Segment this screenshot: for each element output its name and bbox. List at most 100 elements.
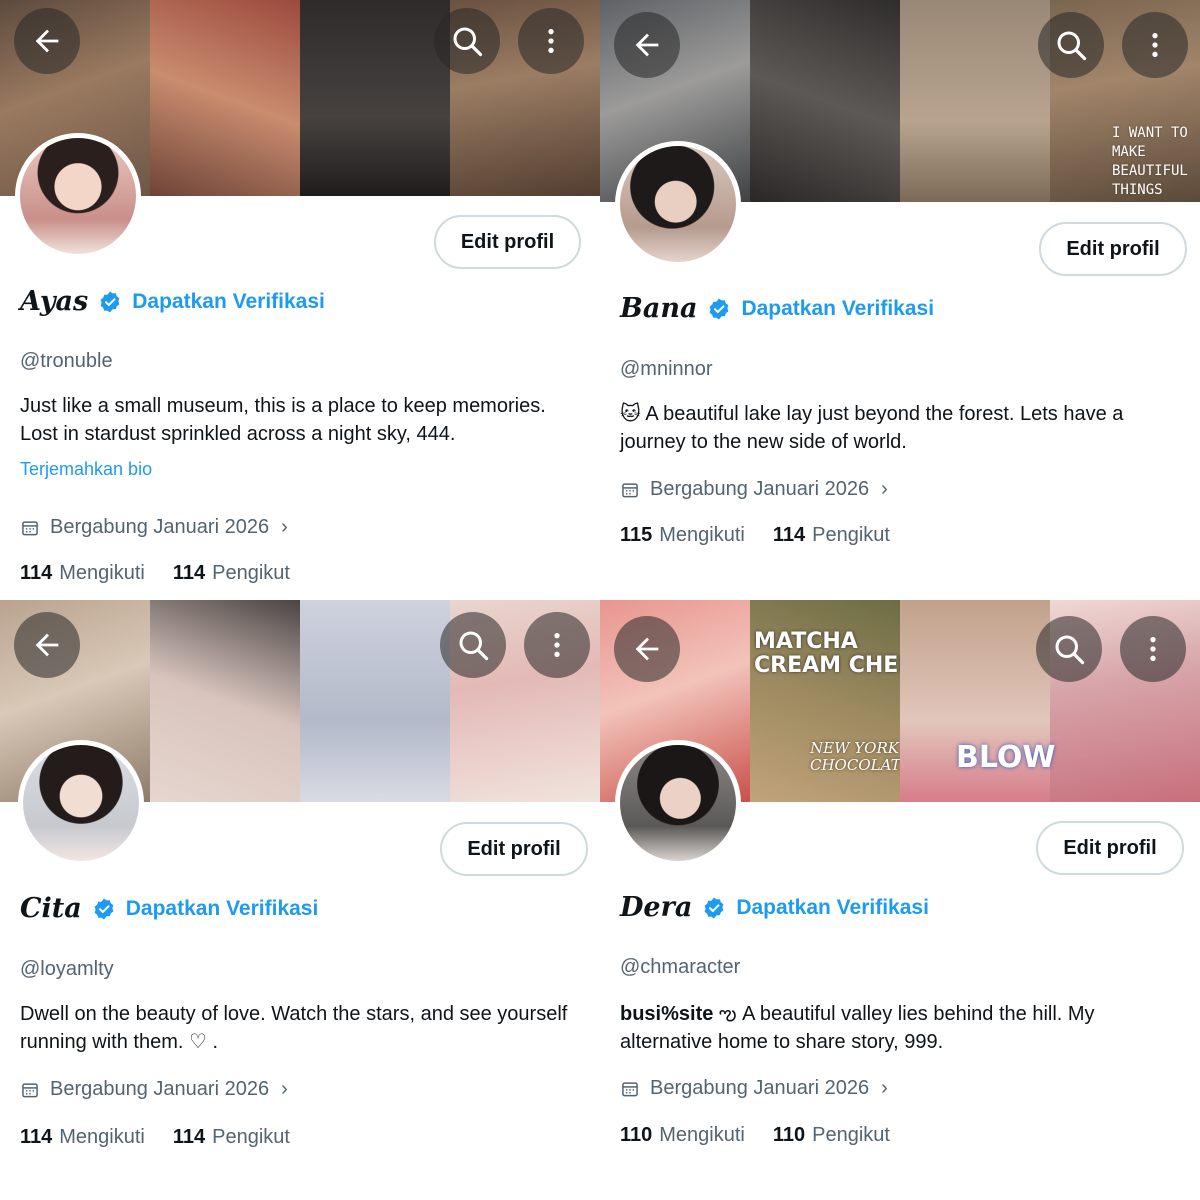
banner-text: BLOW xyxy=(956,740,1056,775)
edit-profile-button[interactable]: Edit profil xyxy=(440,822,588,876)
following-number: 114 xyxy=(20,562,53,584)
calendar-icon xyxy=(22,520,38,535)
more-button[interactable] xyxy=(524,612,590,678)
verified-badge-icon xyxy=(710,298,729,319)
search-icon xyxy=(453,27,483,57)
bio-emoji: ఌ xyxy=(718,1003,737,1025)
search-icon xyxy=(1057,31,1087,61)
search-icon xyxy=(1055,635,1085,665)
edit-profile-button[interactable]: Edit profil xyxy=(1039,222,1187,276)
bio-line: 🐱 A beautiful lake lay just beyond the f… xyxy=(620,400,1180,428)
more-vertical-icon xyxy=(1150,637,1156,661)
more-vertical-icon xyxy=(1152,33,1158,57)
arrow-left-icon xyxy=(635,637,659,661)
following-count[interactable]: 110 Mengikuti xyxy=(620,1124,745,1147)
username-handle: @chmaracter xyxy=(620,956,741,978)
bio-bold-text: busi%site xyxy=(620,1003,714,1025)
following-number: 114 xyxy=(20,1126,53,1148)
name-row: Ayas Dapatkan Verifikasi xyxy=(20,286,325,317)
more-button[interactable] xyxy=(1122,12,1188,78)
join-date-text: Bergabung Januari 2026 xyxy=(650,1077,870,1099)
chevron-right-icon: › xyxy=(281,1078,288,1100)
edit-profile-button[interactable]: Edit profil xyxy=(1036,821,1184,875)
more-button[interactable] xyxy=(518,8,584,74)
name-row: Bana Dapatkan Verifikasi xyxy=(620,293,934,324)
join-date[interactable]: Bergabung Januari 2026 › xyxy=(20,516,288,539)
following-label: Mengikuti xyxy=(659,524,745,546)
search-button[interactable] xyxy=(434,8,500,74)
display-name: Dera xyxy=(620,892,693,923)
edit-profile-button[interactable]: Edit profil xyxy=(434,215,581,269)
followers-label: Pengikut xyxy=(812,1124,890,1146)
calendar-icon xyxy=(622,482,638,497)
avatar[interactable] xyxy=(18,740,144,866)
back-button[interactable] xyxy=(614,616,680,682)
name-row: Cita Dapatkan Verifikasi xyxy=(20,893,318,924)
chevron-right-icon: › xyxy=(881,478,888,500)
bio: 🐱 A beautiful lake lay just beyond the f… xyxy=(620,400,1180,456)
followers-label: Pengikut xyxy=(212,1126,290,1148)
following-count[interactable]: 115 Mengikuti xyxy=(620,524,745,547)
profile-panel-bana: I WANT TO MAKE BEAUTIFUL THINGS Edit pro… xyxy=(600,0,1200,600)
join-date-text: Bergabung Januari 2026 xyxy=(50,516,270,538)
follow-stats: 110 Mengikuti 110 Pengikut xyxy=(620,1124,918,1147)
follow-stats: 115 Mengikuti 114 Pengikut xyxy=(620,524,918,547)
bio-text: A beautiful valley lies behind the hill.… xyxy=(742,1003,1095,1025)
get-verified-link[interactable]: Dapatkan Verifikasi xyxy=(126,897,319,921)
verified-badge-icon xyxy=(100,291,120,312)
avatar[interactable] xyxy=(615,740,741,866)
profile-grid: Edit profil Ayas Dapatkan Verifikasi @tr… xyxy=(0,0,1200,1200)
bio: busi%site ఌ A beautiful valley lies behi… xyxy=(620,1000,1180,1056)
calendar-icon xyxy=(22,1082,38,1097)
chevron-right-icon: › xyxy=(281,516,288,538)
followers-number: 114 xyxy=(172,1126,206,1148)
bio-line: Dwell on the beauty of love. Watch the s… xyxy=(20,1003,568,1025)
join-date[interactable]: Bergabung Januari 2026 › xyxy=(20,1078,288,1101)
avatar[interactable] xyxy=(15,133,141,259)
followers-count[interactable]: 110 Pengikut xyxy=(773,1124,890,1147)
bio-line: alternative home to share story, 999. xyxy=(620,1031,944,1053)
avatar[interactable] xyxy=(615,141,741,267)
following-count[interactable]: 114 Mengikuti xyxy=(20,562,145,585)
join-date-text: Bergabung Januari 2026 xyxy=(50,1078,270,1100)
bio-line: running with them. ♡ . xyxy=(20,1031,219,1053)
display-name: Ayas xyxy=(20,286,89,317)
bio-emoji: 🐱 xyxy=(620,403,641,425)
followers-number: 110 xyxy=(772,1124,806,1146)
profile-panel-cita: Edit profil Cita Dapatkan Verifikasi @lo… xyxy=(0,600,600,1200)
get-verified-link[interactable]: Dapatkan Verifikasi xyxy=(736,896,929,920)
followers-label: Pengikut xyxy=(812,524,890,546)
followers-count[interactable]: 114 Pengikut xyxy=(173,562,290,585)
more-vertical-icon xyxy=(554,633,560,657)
join-date[interactable]: Bergabung Januari 2026 › xyxy=(620,1077,888,1100)
more-button[interactable] xyxy=(1120,616,1186,682)
following-number: 110 xyxy=(620,1124,653,1146)
search-button[interactable] xyxy=(1036,616,1102,682)
followers-label: Pengikut xyxy=(212,562,290,584)
followers-number: 114 xyxy=(172,562,206,584)
search-button[interactable] xyxy=(1038,12,1104,78)
followers-count[interactable]: 114 Pengikut xyxy=(173,1126,290,1149)
bio-line: Lost in stardust sprinkled across a nigh… xyxy=(20,423,456,445)
arrow-left-icon xyxy=(635,33,659,57)
arrow-left-icon xyxy=(35,633,59,657)
back-button[interactable] xyxy=(14,8,80,74)
username-handle: @loyamlty xyxy=(20,958,114,980)
join-date[interactable]: Bergabung Januari 2026 › xyxy=(620,478,888,501)
following-label: Mengikuti xyxy=(59,1126,145,1148)
back-button[interactable] xyxy=(614,12,680,78)
username-handle: @mninnor xyxy=(620,358,713,380)
following-label: Mengikuti xyxy=(59,562,145,584)
followers-count[interactable]: 114 Pengikut xyxy=(773,524,890,547)
bio-line: journey to the new side of world. xyxy=(620,431,907,453)
display-name: Bana xyxy=(620,293,698,324)
arrow-left-icon xyxy=(35,29,59,53)
get-verified-link[interactable]: Dapatkan Verifikasi xyxy=(132,290,325,314)
back-button[interactable] xyxy=(14,612,80,678)
following-count[interactable]: 114 Mengikuti xyxy=(20,1126,145,1149)
search-button[interactable] xyxy=(440,612,506,678)
followers-number: 114 xyxy=(772,524,806,546)
get-verified-link[interactable]: Dapatkan Verifikasi xyxy=(741,297,934,321)
translate-bio-link[interactable]: Terjemahkan bio xyxy=(20,459,152,480)
profile-panel-dera: MATCHA CREAM CHEES NEW YORK CHOCOLATE BL… xyxy=(600,600,1200,1200)
